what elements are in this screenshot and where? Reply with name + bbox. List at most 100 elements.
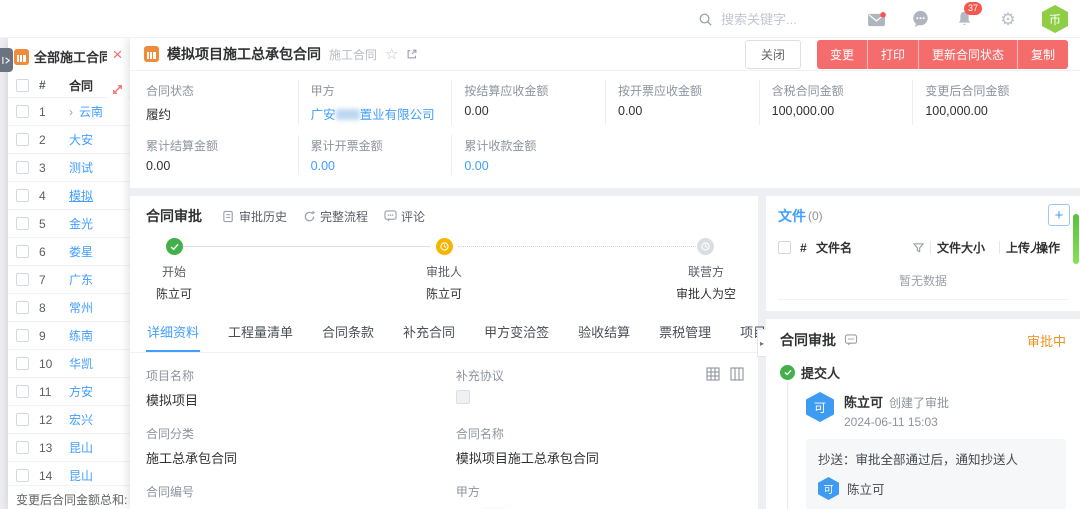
contract-link[interactable]: 广东 <box>69 271 93 288</box>
update-status-button[interactable]: 更新合同状态 <box>919 40 1018 69</box>
party-a-link[interactable]: 广安置业有限公司 <box>311 104 446 123</box>
total-received-link[interactable]: 0.00 <box>464 159 599 173</box>
contract-link[interactable]: 昆山 <box>69 467 93 484</box>
contract-link[interactable]: 华凯 <box>69 355 93 372</box>
contract-link[interactable]: 宏兴 <box>69 411 93 428</box>
filter-funnel-icon[interactable] <box>913 242 924 253</box>
row-checkbox[interactable] <box>16 217 29 230</box>
field-contract-number: 合同编号-- <box>146 483 456 509</box>
tab-boq[interactable]: 工程量清单 <box>227 314 294 352</box>
list-item[interactable]: 3测试 <box>8 154 130 182</box>
contract-link[interactable]: 金光 <box>69 215 93 232</box>
comment-link[interactable]: 评论 <box>384 208 425 225</box>
settings-gear-icon[interactable]: ⚙ <box>998 9 1018 29</box>
supplement-checkbox[interactable] <box>456 390 470 404</box>
contract-type-tag: 施工合同 <box>329 46 377 63</box>
row-checkbox[interactable] <box>16 385 29 398</box>
row-checkbox[interactable] <box>16 329 29 342</box>
select-all-checkbox[interactable] <box>16 79 29 92</box>
list-item[interactable]: 13昆山 <box>8 434 130 462</box>
tab-supplement-contract[interactable]: 补充合同 <box>402 314 456 352</box>
contract-link[interactable]: 常州 <box>69 299 93 316</box>
chat-icon[interactable] <box>910 9 930 29</box>
panel-tools: × <box>107 42 128 100</box>
expand-icon[interactable] <box>111 83 124 96</box>
search-icon <box>698 12 713 27</box>
list-item[interactable]: 2大安 <box>8 126 130 154</box>
cc-person-name: 陈立可 <box>847 479 885 498</box>
list-item[interactable]: 1›云南 <box>8 98 130 126</box>
creator-action: 创建了审批 <box>889 396 949 410</box>
field-total-received: 累计收款金额0.00 <box>451 135 605 175</box>
list-item[interactable]: 10华凯 <box>8 350 130 378</box>
comment-icon[interactable] <box>844 334 858 346</box>
mail-icon[interactable] <box>866 9 886 29</box>
notifications-bell-icon[interactable]: 37 <box>954 9 974 29</box>
list-item[interactable]: 5金光 <box>8 210 130 238</box>
grid-view-icon[interactable] <box>706 367 720 381</box>
contract-link[interactable]: 方安 <box>69 383 93 400</box>
contract-list-panel: 全部施工合同 × # 合同 1›云南 2大安 3测试 4模拟 5金光 6娄星 7… <box>8 38 130 509</box>
print-button[interactable]: 打印 <box>868 40 919 69</box>
approval-history-link[interactable]: 审批历史 <box>222 208 287 225</box>
col-file-size: 文件大小 <box>937 239 993 256</box>
close-button[interactable]: 关闭 <box>745 40 801 69</box>
global-search[interactable] <box>698 0 851 38</box>
page-title: 模拟项目施工总承包合同 <box>167 44 321 64</box>
chevron-right-icon[interactable]: › <box>69 105 79 119</box>
list-item[interactable]: 12宏兴 <box>8 406 130 434</box>
contract-link-active[interactable]: 模拟 <box>69 187 93 204</box>
creator-time: 2024-06-11 15:03 <box>844 415 949 429</box>
contract-link[interactable]: 昆山 <box>69 439 93 456</box>
contract-link[interactable]: 练南 <box>69 327 93 344</box>
contract-link[interactable]: 云南 <box>79 103 103 120</box>
add-file-button[interactable]: + <box>1048 204 1070 226</box>
tab-contract-terms[interactable]: 合同条款 <box>321 314 375 352</box>
column-view-icon[interactable] <box>730 367 744 381</box>
total-invoiced-link[interactable]: 0.00 <box>311 159 446 173</box>
sidebar-collapse-handle[interactable] <box>0 48 13 72</box>
list-item[interactable]: 8常州 <box>8 294 130 322</box>
scrollbar-thumb[interactable] <box>1073 214 1079 264</box>
row-checkbox[interactable] <box>16 441 29 454</box>
field-receivable-by-settlement: 按结算应收金额0.00 <box>451 80 605 125</box>
favorite-star-icon[interactable]: ☆ <box>385 47 398 62</box>
full-process-link[interactable]: 完整流程 <box>303 208 368 225</box>
contract-link[interactable]: 测试 <box>69 159 93 176</box>
user-avatar[interactable]: 币 <box>1042 5 1068 33</box>
search-input[interactable] <box>721 12 851 27</box>
copy-button[interactable]: 复制 <box>1018 40 1068 69</box>
files-select-all-checkbox[interactable] <box>778 241 791 254</box>
panel-collapse-handle[interactable]: ▸ <box>757 329 766 357</box>
tab-detail-info[interactable]: 详细资料 <box>146 314 200 352</box>
creator-name: 陈立可 <box>844 395 883 410</box>
change-button[interactable]: 变更 <box>817 40 868 69</box>
row-checkbox[interactable] <box>16 105 29 118</box>
contract-link[interactable]: 大安 <box>69 131 93 148</box>
tab-invoice-tax[interactable]: 票税管理 <box>658 314 712 352</box>
list-item[interactable]: 7广东 <box>8 266 130 294</box>
row-checkbox[interactable] <box>16 161 29 174</box>
list-item[interactable]: 9练南 <box>8 322 130 350</box>
field-party-a: 甲方广安置业有限公司 <box>456 483 742 509</box>
row-checkbox[interactable] <box>16 357 29 370</box>
tab-party-a-change[interactable]: 甲方变洽签 <box>483 314 550 352</box>
list-item[interactable]: 4模拟 <box>8 182 130 210</box>
row-checkbox[interactable] <box>16 189 29 202</box>
row-checkbox[interactable] <box>16 413 29 426</box>
row-checkbox[interactable] <box>16 273 29 286</box>
tab-acceptance-settlement[interactable]: 验收结算 <box>577 314 631 352</box>
check-circle-icon <box>780 365 795 380</box>
row-checkbox[interactable] <box>16 133 29 146</box>
external-link-icon[interactable] <box>406 48 418 60</box>
project-link[interactable]: 模拟项目 <box>146 390 456 409</box>
row-checkbox[interactable] <box>16 469 29 482</box>
contract-link[interactable]: 娄星 <box>69 243 93 260</box>
detail-side-column: ▸ 文件 (0) + # 文件名 文件大小 <box>766 196 1080 509</box>
row-checkbox[interactable] <box>16 245 29 258</box>
close-icon[interactable]: × <box>113 46 123 63</box>
row-checkbox[interactable] <box>16 301 29 314</box>
list-item[interactable]: 6娄星 <box>8 238 130 266</box>
list-item[interactable]: 11方安 <box>8 378 130 406</box>
submitter-label: 提交人 <box>801 363 840 382</box>
